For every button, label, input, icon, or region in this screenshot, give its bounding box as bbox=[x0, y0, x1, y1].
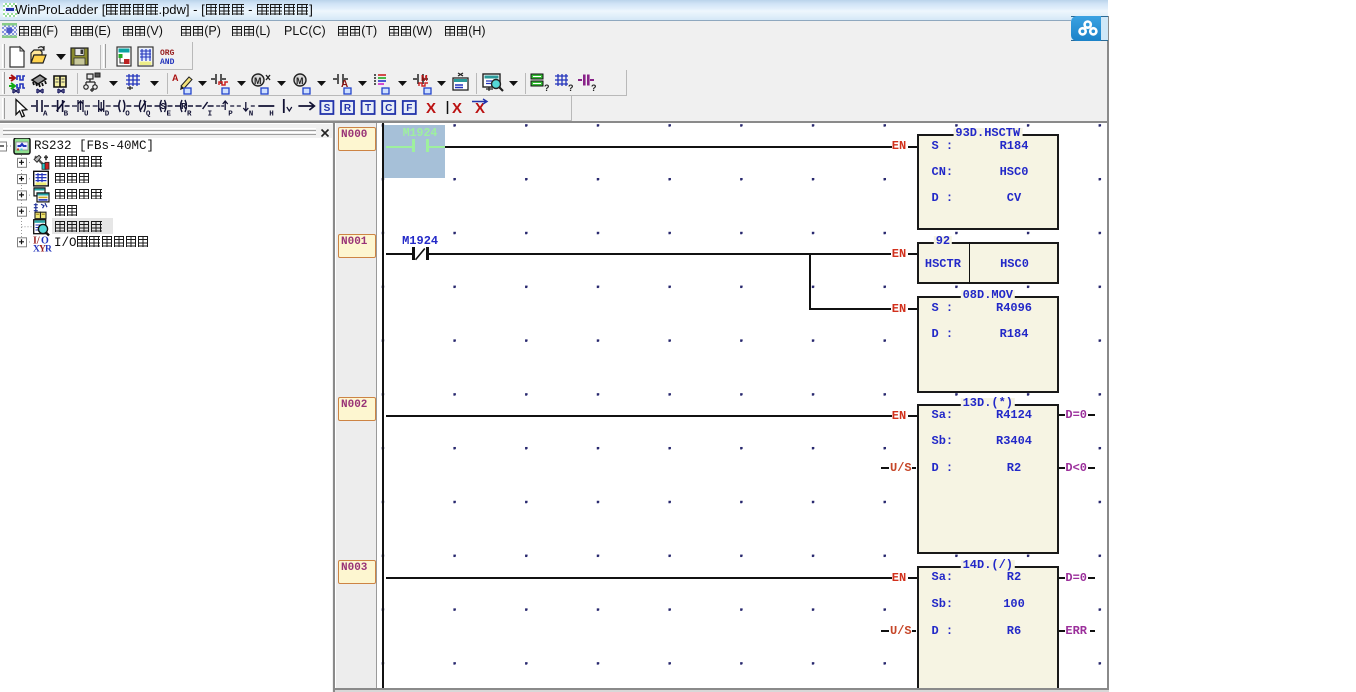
svg-text:?: ? bbox=[568, 83, 574, 93]
svg-text:R: R bbox=[344, 103, 352, 114]
svg-text:X: X bbox=[475, 100, 485, 117]
svg-text:P: P bbox=[228, 111, 233, 119]
svg-text:A: A bbox=[172, 73, 179, 83]
svg-text:M: M bbox=[296, 76, 304, 86]
svg-text:N: N bbox=[249, 111, 254, 119]
svg-text:M: M bbox=[421, 74, 428, 83]
svg-text:O: O bbox=[125, 111, 130, 119]
svg-text:?: ? bbox=[591, 83, 597, 93]
svg-text:M: M bbox=[254, 76, 262, 86]
svg-text:U: U bbox=[84, 111, 89, 119]
svg-text:I: I bbox=[208, 111, 213, 119]
svg-text:AND: AND bbox=[160, 58, 175, 67]
svg-text:X: X bbox=[426, 100, 436, 117]
svg-text:E: E bbox=[167, 111, 172, 119]
svg-text:R: R bbox=[187, 111, 192, 119]
svg-text:ORG: ORG bbox=[160, 49, 175, 58]
svg-text:R: R bbox=[45, 244, 52, 253]
svg-text:X: X bbox=[452, 100, 462, 117]
svg-text:?: ? bbox=[544, 83, 550, 93]
svg-text:F: F bbox=[406, 103, 412, 114]
svg-text:T: T bbox=[365, 103, 371, 114]
svg-text:Q: Q bbox=[146, 111, 151, 119]
svg-text:H: H bbox=[269, 111, 274, 119]
svg-text:A: A bbox=[43, 111, 48, 119]
svg-text:D: D bbox=[105, 111, 110, 119]
svg-text:C: C bbox=[385, 103, 392, 114]
svg-text:S: S bbox=[324, 103, 331, 114]
svg-text:B: B bbox=[64, 111, 69, 119]
